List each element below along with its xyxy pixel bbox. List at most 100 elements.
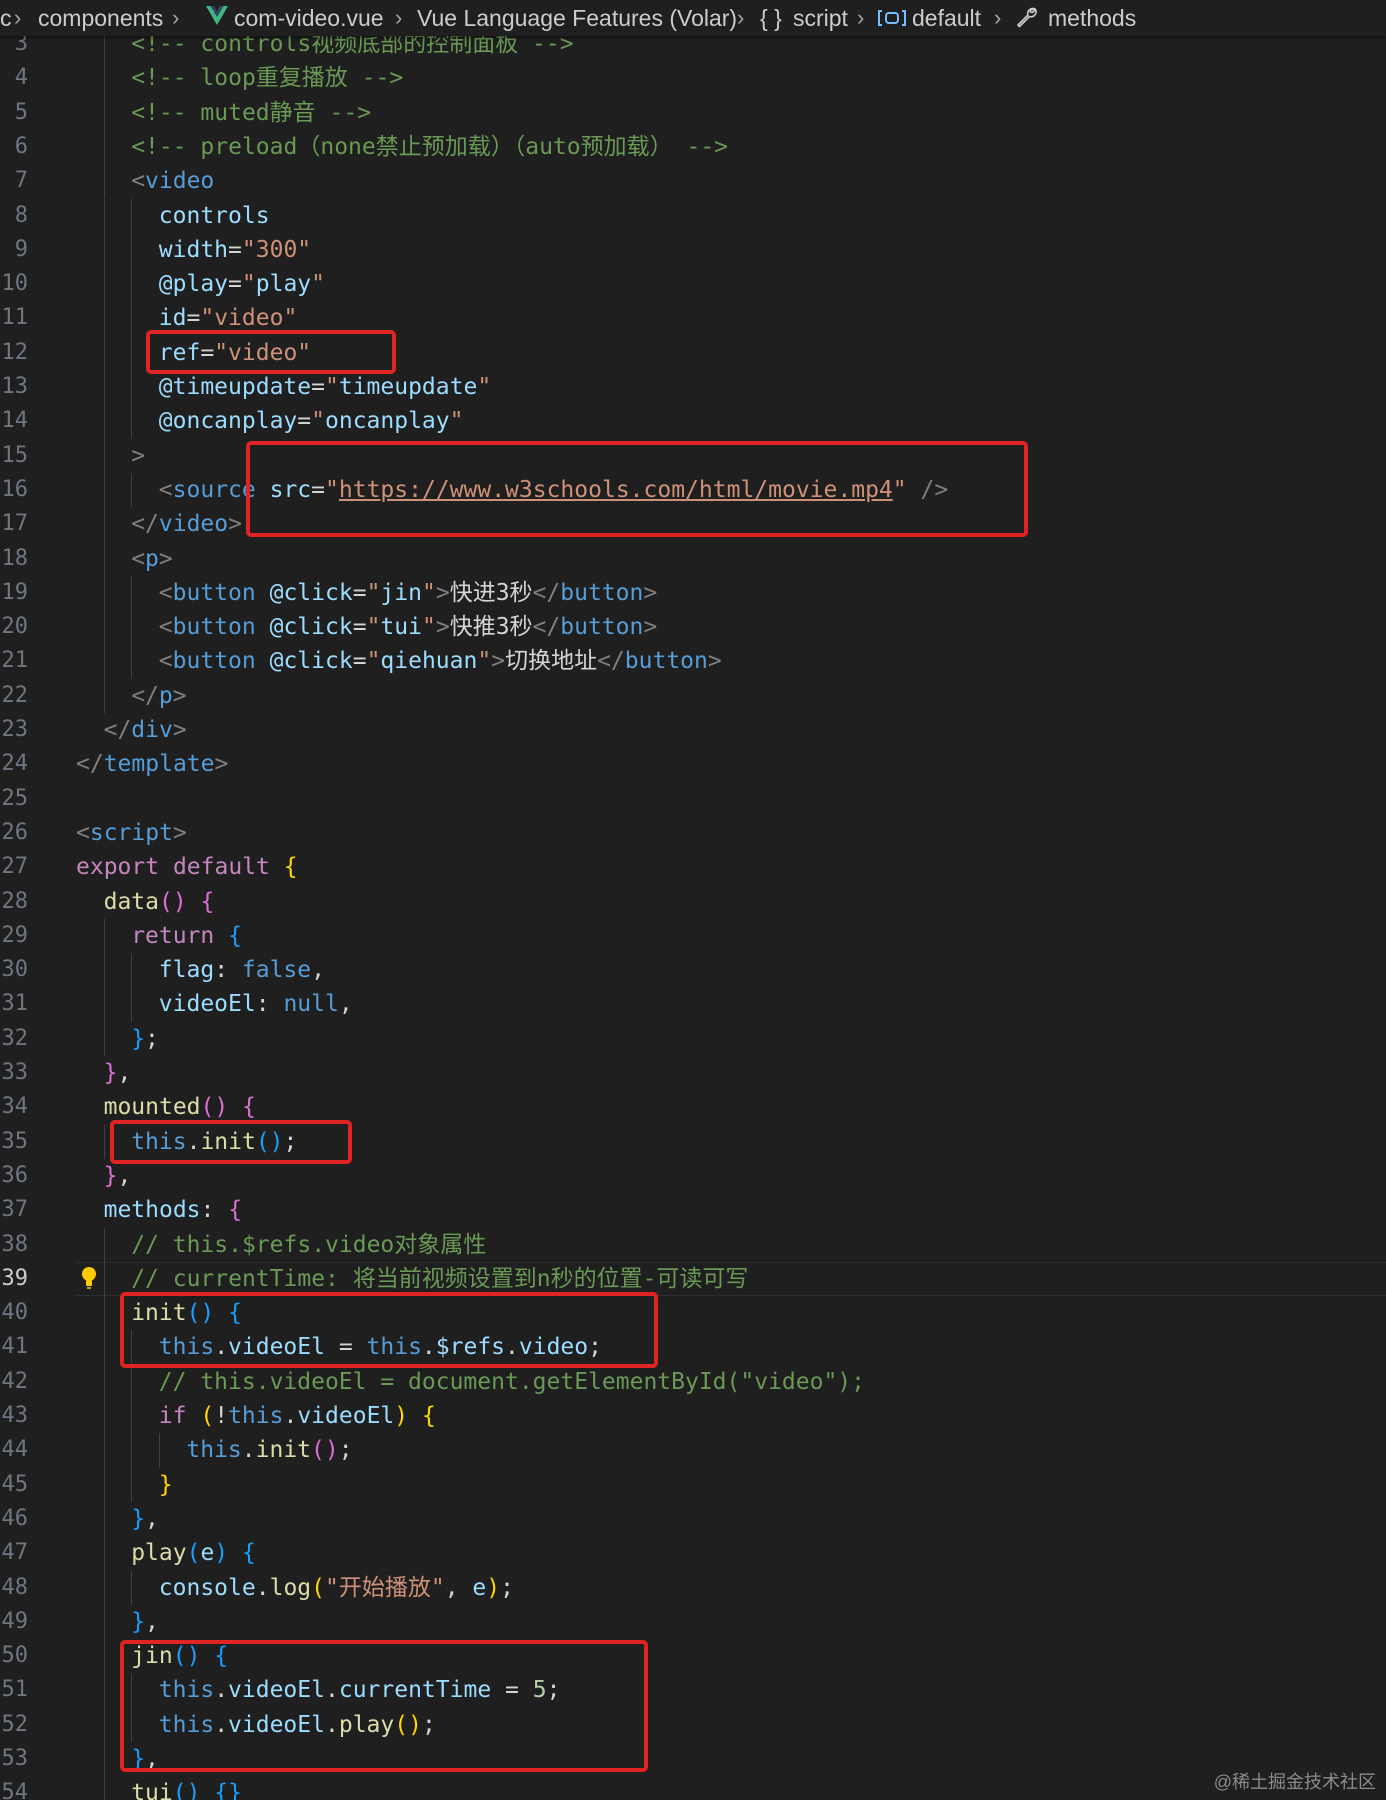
code-line[interactable]: 51 this.videoEl.currentTime = 5;: [0, 1673, 1386, 1707]
code-token: =: [228, 236, 242, 263]
code-line[interactable]: 31 videoEl: null,: [0, 987, 1386, 1021]
code-line[interactable]: 42 // this.videoEl = document.getElementB…: [0, 1365, 1386, 1399]
breadcrumb-item-components[interactable]: components: [38, 3, 163, 33]
code-token: ": [325, 476, 339, 503]
code-line[interactable]: 33},: [0, 1056, 1386, 1090]
breadcrumb-item-language[interactable]: Vue Language Features (Volar): [417, 3, 737, 33]
code-line[interactable]: 8 controls: [0, 199, 1386, 233]
code-token: "video": [214, 339, 312, 366]
line-number: 19: [1, 579, 29, 605]
code-token: ": [366, 648, 381, 675]
code-line[interactable]: 7 <video: [0, 164, 1386, 198]
code-line[interactable]: 45}: [0, 1468, 1386, 1502]
code-token: =: [311, 374, 325, 400]
code-line[interactable]: 48 console.log("开始播放", e);: [0, 1571, 1386, 1605]
code-line[interactable]: 40 init() {: [0, 1296, 1386, 1330]
code-line[interactable]: 43 if (!this.videoEl) {: [0, 1399, 1386, 1433]
code-line[interactable]: 26 <script>: [0, 816, 1386, 850]
code-text: if (!this.videoEl) {: [159, 1399, 436, 1433]
code-token: this: [131, 1128, 187, 1155]
code-line[interactable]: 36},: [0, 1159, 1386, 1193]
breadcrumb-item-default[interactable]: default: [912, 3, 981, 33]
code-line[interactable]: 34 mounted() {: [0, 1090, 1386, 1124]
code-line[interactable]: 25: [0, 782, 1386, 816]
code-line[interactable]: 5 <!-- muted静音 -->: [0, 96, 1386, 130]
code-line[interactable]: 53},: [0, 1742, 1386, 1776]
code-line[interactable]: 32};: [0, 1022, 1386, 1056]
breadcrumb-item-src[interactable]: c: [0, 3, 12, 33]
breadcrumb-item-file[interactable]: com-video.vue: [234, 3, 384, 33]
code-token: ,: [338, 991, 353, 1018]
code-line[interactable]: 22 </p>: [0, 679, 1386, 713]
indent-guide: [103, 1467, 105, 1502]
code-line[interactable]: 27 export default {: [0, 850, 1386, 884]
code-line[interactable]: 11 id="video": [0, 301, 1386, 335]
code-line[interactable]: 6 <!-- preload（none禁止预加载）（auto预加载） -->: [0, 130, 1386, 164]
code-line[interactable]: 17 </video>: [0, 507, 1386, 541]
line-number: 4: [14, 65, 28, 91]
code-token: // this.videoEl = document.getElementByI…: [158, 1368, 866, 1395]
code-token: >: [707, 648, 722, 675]
line-number: 54: [1, 1780, 29, 1800]
code-line[interactable]: 24 </template>: [0, 747, 1386, 781]
code-line[interactable]: 3 <!-- controls视频底部的控制面板 -->: [0, 36, 1386, 61]
code-token: {: [228, 922, 242, 949]
code-token: @click: [269, 614, 353, 641]
code-line[interactable]: 20 <button @click="tui">快推3秒</button>: [0, 610, 1386, 644]
code-line[interactable]: 38 // this.$refs.video对象属性: [0, 1228, 1386, 1262]
code-line[interactable]: 47 play(e) {: [0, 1536, 1386, 1570]
line-number: 25: [1, 785, 29, 811]
code-token: ;: [546, 1677, 561, 1704]
line-number: 40: [1, 1300, 29, 1326]
code-token: (): [394, 1711, 422, 1738]
code-editor[interactable]: 3 <!-- controls视频底部的控制面板 --> 4 <!-- loop重复播…: [0, 36, 1386, 1800]
code-token: videoEl: [228, 1711, 325, 1738]
code-line[interactable]: 12 ref="video": [0, 336, 1386, 370]
indent-guide: [131, 301, 133, 336]
indent-guide: [103, 1501, 105, 1537]
code-line[interactable]: 54 tui() {}: [0, 1776, 1386, 1800]
code-line[interactable]: 23 </div>: [0, 713, 1386, 747]
code-token: "开始播放": [325, 1574, 445, 1601]
code-line[interactable]: 13 @timeupdate="timeupdate": [0, 370, 1386, 404]
code-token: video: [518, 1334, 589, 1361]
code-text: },: [104, 1056, 132, 1090]
code-line[interactable]: 35 this.init();: [0, 1125, 1386, 1159]
code-line[interactable]: 41 this.videoEl = this.$refs.video;: [0, 1330, 1386, 1364]
code-line[interactable]: 37 methods: {: [0, 1193, 1386, 1227]
code-line[interactable]: 9 width="300": [0, 233, 1386, 267]
code-line[interactable]: 29 return {: [0, 919, 1386, 953]
code-text: id="video": [159, 301, 298, 335]
code-line[interactable]: 21 <button @click="qiehuan">切换地址</button>: [0, 644, 1386, 678]
code-line[interactable]: 18 <p>: [0, 542, 1386, 576]
code-token: methods: [103, 1197, 201, 1224]
code-line[interactable]: 50 jin() {: [0, 1639, 1386, 1673]
code-line[interactable]: 44 this.init();: [0, 1433, 1386, 1467]
code-line[interactable]: 28 data() {: [0, 885, 1386, 919]
code-line[interactable]: 14 @oncanplay="oncanplay": [0, 404, 1386, 438]
code-token: @play: [158, 271, 229, 298]
code-line[interactable]: 10 @play="play": [0, 267, 1386, 301]
code-line[interactable]: 16 <source src="https://www.w3schools.com…: [0, 473, 1386, 507]
code-token: qiehuan: [380, 648, 478, 675]
lightbulb-icon[interactable]: [78, 1264, 100, 1292]
code-line[interactable]: 15 >: [0, 439, 1386, 473]
indent-guide: [131, 404, 133, 439]
code-token: }: [103, 1162, 118, 1189]
breadcrumb-item-script[interactable]: script: [793, 3, 848, 33]
breadcrumb-item-methods[interactable]: methods: [1048, 3, 1136, 33]
code-line[interactable]: 39 // currentTime: 将当前视频设置到n秒的位置-可读可写: [0, 1262, 1386, 1296]
code-line[interactable]: 4 <!-- loop重复播放 -->: [0, 61, 1386, 95]
code-line[interactable]: 49},: [0, 1605, 1386, 1639]
indent-guide: [103, 541, 105, 576]
code-line[interactable]: 30 flag: false,: [0, 953, 1386, 987]
code-line[interactable]: 46},: [0, 1502, 1386, 1536]
chevron-right-icon: ›: [857, 5, 865, 30]
code-token: ": [421, 614, 436, 641]
line-number: 45: [1, 1471, 29, 1497]
indent-guide: [103, 1433, 105, 1468]
code-line[interactable]: 19 <button @click="jin">快进3秒</button>: [0, 576, 1386, 610]
code-line[interactable]: 52 this.videoEl.play();: [0, 1708, 1386, 1742]
